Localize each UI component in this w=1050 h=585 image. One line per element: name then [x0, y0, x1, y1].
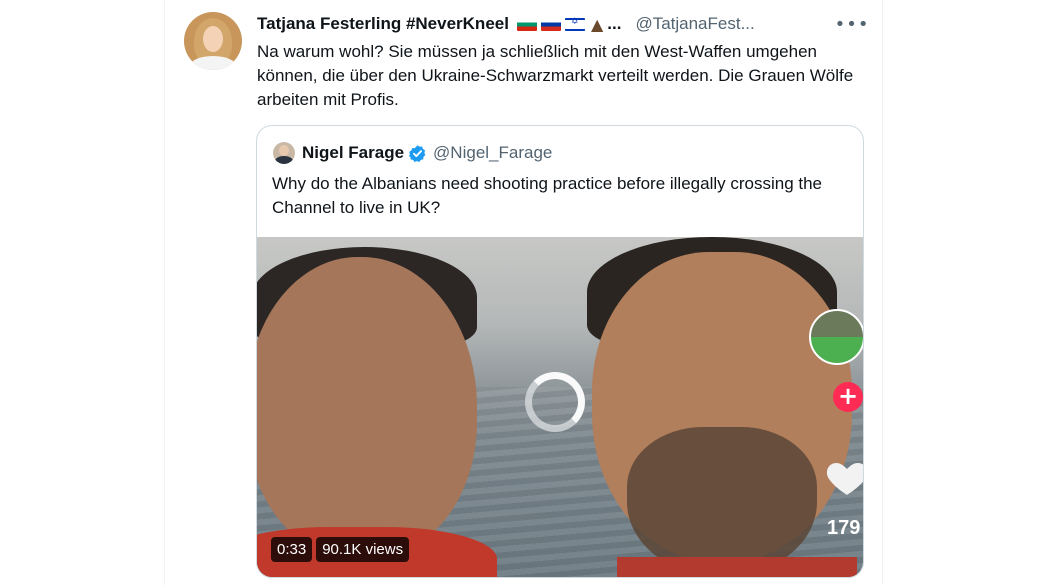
- quoted-author-name: Nigel Farage: [302, 143, 405, 162]
- tweet-text: Na warum wohl? Sie müssen ja schließlich…: [257, 42, 854, 109]
- tiktok-profile-avatar: [809, 309, 863, 365]
- name-emoji-flags: ▲ ...: [516, 14, 622, 34]
- israel-flag-icon: [564, 17, 585, 31]
- video-person-left: [257, 257, 477, 557]
- quoted-tweet[interactable]: Nigel Farage @Nigel_Farage Why do the Al…: [256, 125, 864, 578]
- volcano-icon: ▲: [590, 14, 604, 34]
- more-options-button[interactable]: •••: [835, 14, 869, 35]
- tiktok-follow-plus-icon: +: [833, 382, 863, 412]
- quoted-author-handle: @Nigel_Farage: [433, 143, 553, 162]
- tiktok-heart-icon: [826, 463, 863, 495]
- video-meta: 0:33 90.1K views: [271, 537, 410, 562]
- quoted-tweet-text: Why do the Albanians need shooting pract…: [272, 174, 823, 217]
- quoted-author-avatar: [273, 142, 295, 164]
- author-handle[interactable]: @TatjanaFest...: [635, 14, 754, 34]
- quoted-tweet-header: Nigel Farage @Nigel_Farage: [302, 142, 552, 164]
- loading-spinner-icon: [525, 372, 585, 432]
- tweet-header: Tatjana Festerling #NeverKneel ▲ ... @Ta…: [257, 13, 755, 35]
- verified-badge-icon: [408, 144, 426, 162]
- name-ellipsis: ...: [607, 14, 622, 33]
- bulgaria-flag-icon: [516, 17, 537, 31]
- tiktok-like-count: 179: [827, 517, 861, 539]
- video-player[interactable]: + 179 0:33 90.1K views: [257, 237, 863, 577]
- video-views: 90.1K views: [316, 537, 410, 562]
- russia-flag-icon: [540, 17, 561, 31]
- author-name[interactable]: Tatjana Festerling #NeverKneel: [257, 14, 509, 34]
- video-duration: 0:33: [271, 537, 313, 562]
- more-icon: •••: [834, 13, 870, 35]
- author-avatar[interactable]: [184, 12, 242, 70]
